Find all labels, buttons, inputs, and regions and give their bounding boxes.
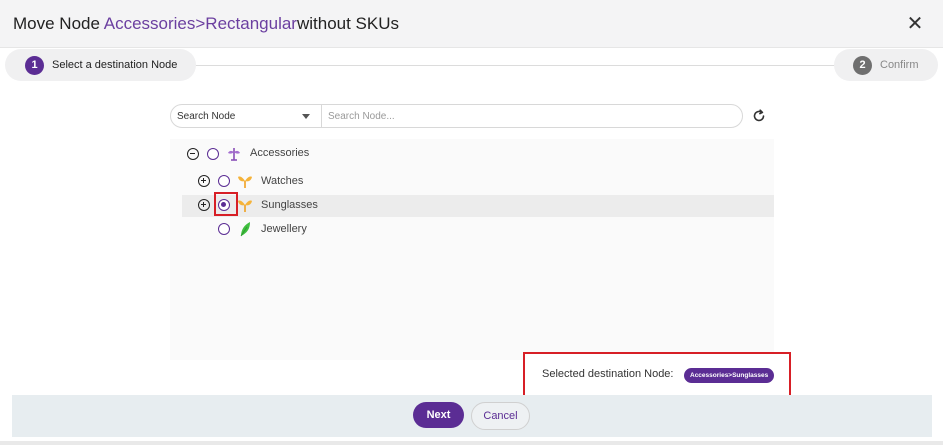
dialog-bottom-edge	[0, 441, 943, 445]
search-input[interactable]	[322, 105, 742, 127]
title-tail: without SKUs	[296, 14, 400, 33]
dialog-title: Move Node Accessories>Rectangularwithout…	[13, 13, 399, 35]
selected-destination-badge: Accessories>Sunglasses	[684, 368, 775, 383]
move-node-dialog: Move Node Accessories>Rectangularwithout…	[0, 0, 943, 445]
search-bar: Search Node	[170, 104, 743, 128]
cancel-button[interactable]: Cancel	[471, 402, 530, 430]
tree-node-label[interactable]: Jewellery	[261, 223, 307, 235]
expand-icon[interactable]	[198, 175, 210, 187]
tree-node-radio[interactable]	[218, 175, 230, 187]
tree-node-label[interactable]: Accessories	[250, 147, 309, 159]
close-icon[interactable]: ✕	[904, 13, 926, 35]
tree-node-watches: Watches	[182, 170, 774, 192]
step-label: Select a destination Node	[52, 59, 178, 71]
tree-node-label[interactable]: Sunglasses	[261, 199, 318, 211]
title-path: Accessories>Rectangular	[103, 14, 297, 33]
tree-node-label[interactable]: Watches	[261, 175, 303, 187]
step-number: 2	[853, 55, 872, 75]
category-root-icon	[228, 148, 240, 161]
refresh-icon[interactable]	[750, 107, 768, 125]
category-leaf-icon	[240, 222, 250, 237]
selection-highlight	[214, 192, 238, 216]
tree-node-sunglasses: Sunglasses	[182, 195, 774, 217]
search-type-select[interactable]: Search Node	[171, 105, 322, 127]
next-button[interactable]: Next	[413, 402, 464, 428]
tree-node-radio[interactable]	[218, 223, 230, 235]
step-select-destination: 1 Select a destination Node	[5, 49, 196, 81]
tree-node-accessories: Accessories	[170, 143, 774, 165]
stepper-line	[195, 65, 835, 66]
tree-node-jewellery: Jewellery	[182, 218, 774, 240]
selected-destination-label: Selected destination Node:	[542, 368, 674, 380]
expand-icon[interactable]	[198, 199, 210, 211]
chevron-down-icon	[302, 114, 310, 119]
step-number: 1	[25, 55, 44, 75]
dialog-header: Move Node Accessories>Rectangularwithout…	[0, 0, 943, 48]
collapse-icon[interactable]	[187, 148, 199, 160]
selected-destination: Selected destination Node: Accessories>S…	[523, 352, 791, 399]
search-type-value: Search Node	[177, 110, 236, 122]
category-branch-icon	[238, 176, 252, 188]
step-confirm: 2 Confirm	[834, 49, 938, 81]
step-label: Confirm	[880, 59, 919, 71]
title-main: Move Node	[13, 14, 100, 33]
node-tree: Accessories Watches Sunglasses Jewellery	[170, 139, 774, 360]
category-branch-icon	[238, 200, 252, 212]
tree-node-radio[interactable]	[207, 148, 219, 160]
